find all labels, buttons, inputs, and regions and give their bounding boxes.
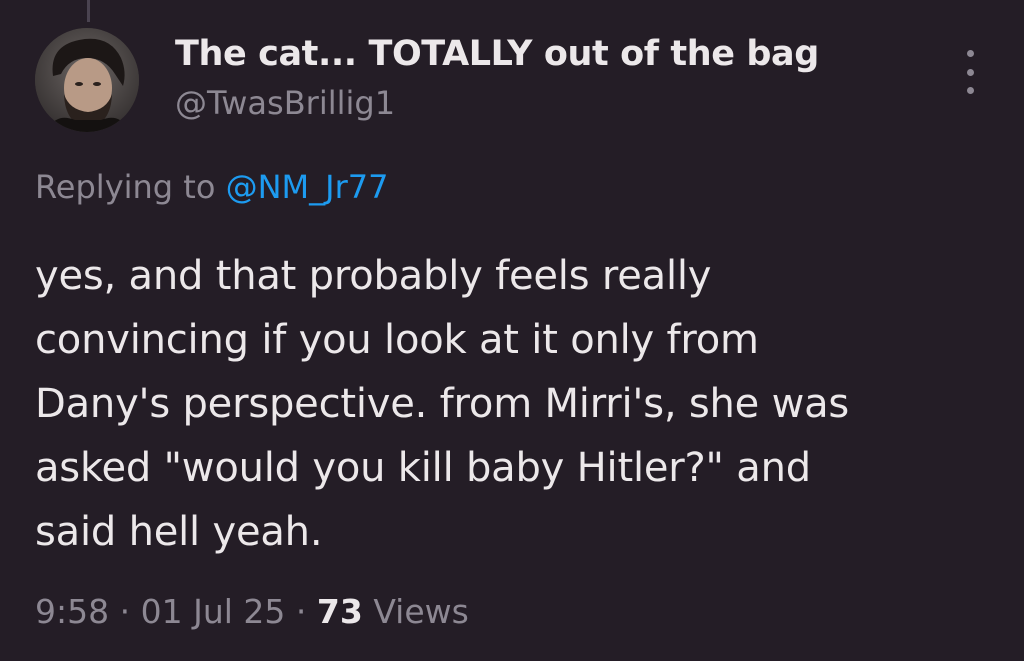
views-count[interactable]: 73 <box>317 592 363 631</box>
more-vertical-icon[interactable] <box>953 50 987 94</box>
tweet-date[interactable]: 01 Jul 25 <box>141 592 286 631</box>
avatar[interactable] <box>35 28 139 132</box>
replying-to-label: Replying to <box>35 168 216 206</box>
more-dot-icon <box>966 50 974 57</box>
more-dot-icon <box>966 87 974 94</box>
views-label[interactable]: Views <box>373 592 469 631</box>
replying-to: Replying to @NM_Jr77 <box>35 168 388 206</box>
tweet-time[interactable]: 9:58 <box>35 592 109 631</box>
author-display-name[interactable]: The cat... TOTALLY out of the bag <box>175 34 819 74</box>
author-handle[interactable]: @TwasBrillig1 <box>175 84 395 122</box>
thread-connector-line <box>87 0 90 22</box>
reply-mention-link[interactable]: @NM_Jr77 <box>226 168 389 206</box>
tweet-text-line: said hell yeah. <box>35 509 323 555</box>
more-dot-icon <box>966 68 974 76</box>
tweet-text-line: asked "would you kill baby Hitler?" and <box>35 445 811 491</box>
tweet-text-line: convincing if you look at it only from <box>35 317 759 363</box>
tweet-text-line: yes, and that probably feels really <box>35 253 712 299</box>
meta-separator: · <box>119 592 131 631</box>
tweet-meta: 9:58 · 01 Jul 25 · 73 Views <box>35 592 469 631</box>
tweet-text-line: Dany's perspective. from Mirri's, she wa… <box>35 381 850 427</box>
tweet-text: yes, and that probably feels really conv… <box>35 244 1010 564</box>
meta-separator: · <box>295 592 307 631</box>
